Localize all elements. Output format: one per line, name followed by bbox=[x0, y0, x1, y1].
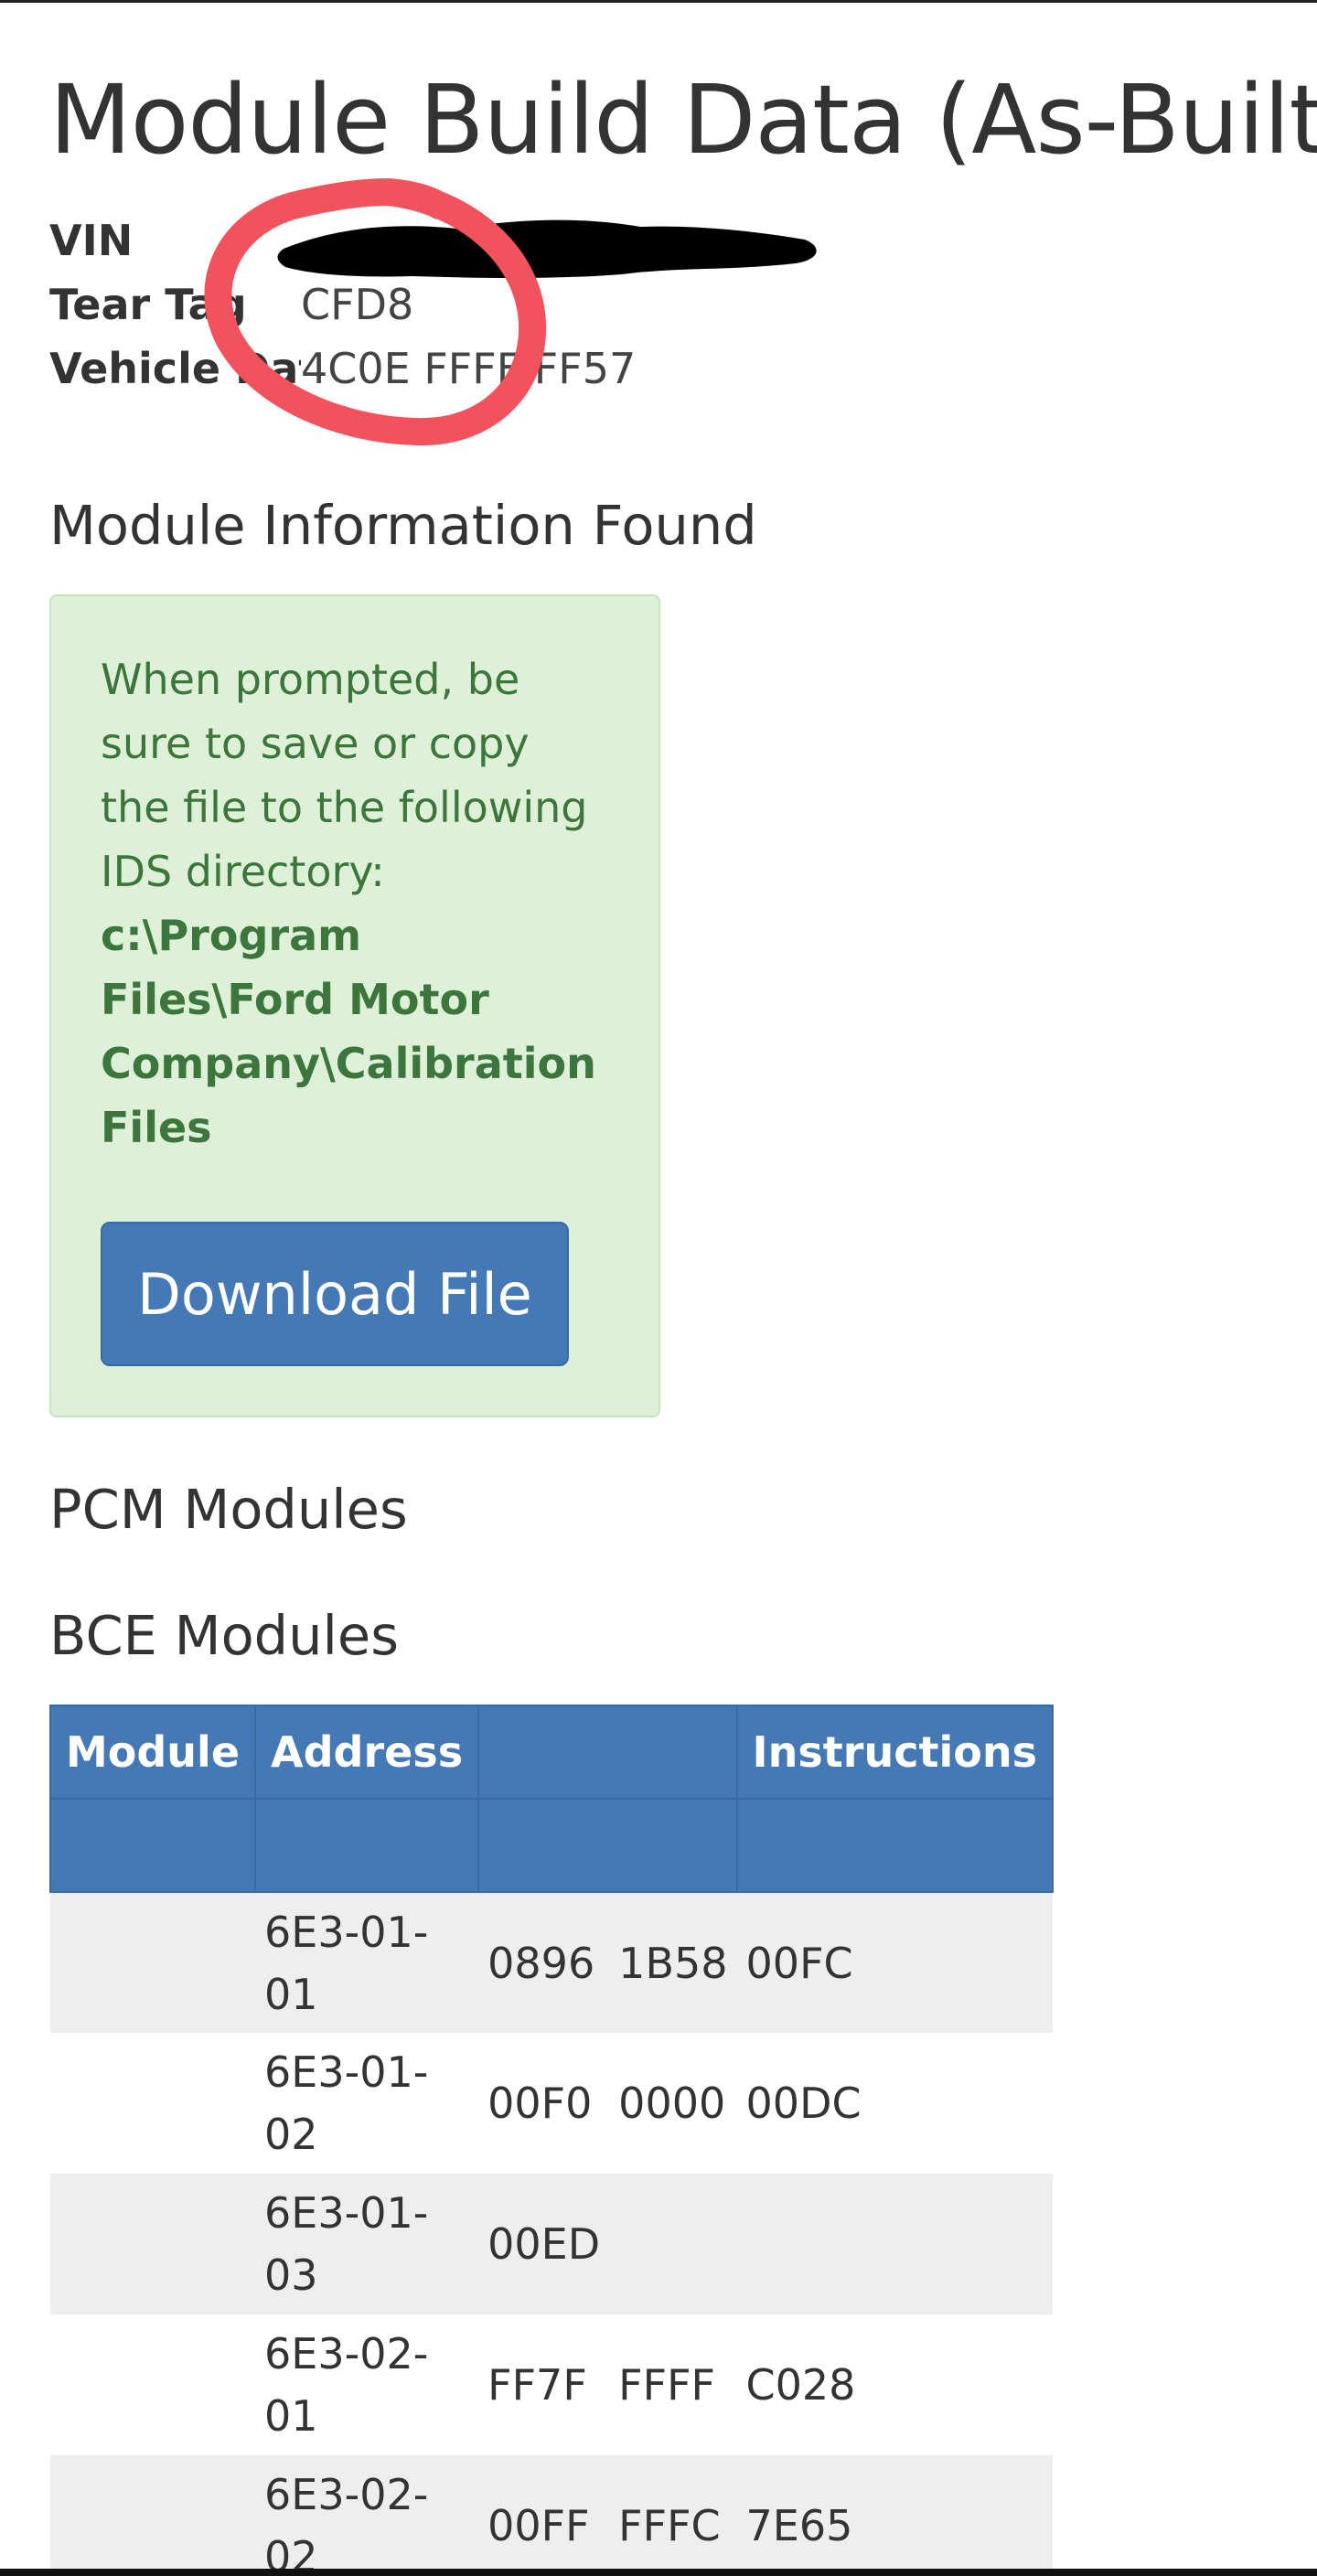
table-row: 6E3-02-02 00FF FFFC 7E65 bbox=[50, 2455, 1053, 2576]
module-info-alert: When prompted, be sure to save or copy t… bbox=[49, 594, 660, 1417]
address-cell: 6E3-01-03 bbox=[255, 2174, 479, 2314]
address-cell: 6E3-01-02 bbox=[255, 2033, 479, 2174]
value-cell: FFFC bbox=[609, 2455, 737, 2576]
module-cell bbox=[50, 2033, 256, 2174]
subheader-cell bbox=[48, 1798, 257, 1893]
value-cell: 00FC bbox=[736, 1892, 1053, 2033]
table-subheader-row bbox=[48, 1798, 1054, 1893]
alert-message: When prompted, be sure to save or copy t… bbox=[101, 655, 588, 896]
value-cell: FF7F bbox=[478, 2314, 610, 2455]
value-cell: 00FF bbox=[478, 2455, 610, 2576]
module-cell bbox=[50, 2314, 256, 2455]
module-cell bbox=[50, 2174, 256, 2314]
column-header-blank bbox=[477, 1705, 738, 1800]
bce-modules-table: Module Address Instructions 6E3-01-01 08… bbox=[48, 1705, 1054, 2576]
value-cell: C028 bbox=[736, 2314, 1053, 2455]
value-cell: FFFF bbox=[609, 2314, 737, 2455]
download-file-button[interactable]: Download File bbox=[101, 1222, 569, 1366]
value-cell: 7E65 bbox=[736, 2455, 1053, 2576]
table-row: 6E3-01-02 00F0 0000 00DC bbox=[50, 2033, 1053, 2174]
page-title: Module Build Data (As-Built) bbox=[49, 64, 1317, 176]
subheader-cell bbox=[254, 1798, 480, 1893]
subheader-cell bbox=[477, 1798, 738, 1893]
top-border bbox=[0, 0, 1317, 3]
subheader-cell bbox=[735, 1798, 1054, 1893]
ids-directory-path: c:\Program Files\Ford Motor Company\Cali… bbox=[101, 911, 596, 1152]
value-cell: 00DC bbox=[736, 2033, 1053, 2174]
value-cell: 1B58 bbox=[609, 1892, 737, 2033]
table-row: 6E3-02-01 FF7F FFFF C028 bbox=[50, 2314, 1053, 2455]
value-cell bbox=[736, 2174, 1053, 2314]
address-cell: 6E3-02-01 bbox=[255, 2314, 479, 2455]
circle-stroke bbox=[204, 177, 547, 446]
column-header-instructions[interactable]: Instructions bbox=[735, 1705, 1054, 1800]
tear-tag-highlight-circle bbox=[204, 177, 547, 446]
value-cell: 00ED bbox=[478, 2174, 610, 2314]
address-cell: 6E3-02-02 bbox=[255, 2455, 479, 2576]
address-cell: 6E3-01-01 bbox=[255, 1892, 479, 2033]
column-header-module[interactable]: Module bbox=[48, 1705, 257, 1800]
value-cell: 0000 bbox=[609, 2033, 737, 2174]
value-cell bbox=[609, 2174, 737, 2314]
pcm-modules-heading: PCM Modules bbox=[49, 1478, 408, 1541]
table-row: 6E3-01-03 00ED bbox=[50, 2174, 1053, 2314]
module-cell bbox=[50, 1892, 256, 2033]
bce-modules-heading: BCE Modules bbox=[49, 1604, 399, 1667]
value-cell: 0896 bbox=[478, 1892, 610, 2033]
module-cell bbox=[50, 2455, 256, 2576]
value-cell: 00F0 bbox=[478, 2033, 610, 2174]
column-header-address[interactable]: Address bbox=[254, 1705, 480, 1800]
bottom-border bbox=[0, 2569, 1317, 2576]
table-row: 6E3-01-01 0896 1B58 00FC bbox=[50, 1892, 1053, 2033]
table-header-row: Module Address Instructions bbox=[48, 1705, 1054, 1800]
module-info-heading: Module Information Found bbox=[49, 494, 757, 557]
